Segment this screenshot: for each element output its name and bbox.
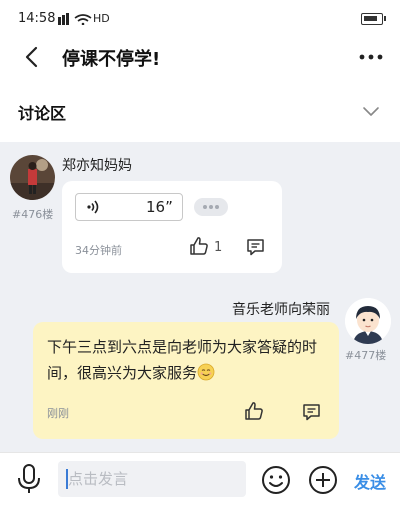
voice-message[interactable]: 16” [75,193,183,221]
thumbs-up-icon[interactable] [244,401,264,421]
voice-wave-icon [87,200,99,214]
text-cursor [66,469,68,489]
post-message-text: 下午三点到六点是向老师为大家答疑的时间，很高兴为大家服务 [47,338,318,382]
more-icon[interactable] [358,46,384,68]
status-time: 14:58 [18,11,56,26]
comment-icon[interactable] [246,238,265,256]
send-button[interactable]: 发送 [354,469,386,493]
comment-icon[interactable] [302,403,321,421]
floor-number: #477楼 [345,349,387,362]
chevron-down-icon[interactable] [362,102,380,120]
author-name[interactable]: 音乐老师向荣丽 [232,299,330,319]
back-icon[interactable] [20,44,46,70]
avatar[interactable] [345,298,391,344]
post-time: 34分钟前 [75,244,122,257]
voice-duration: 16” [146,198,173,216]
avatar[interactable] [10,155,55,200]
network-type: HD [93,12,110,25]
thumbs-up-icon[interactable] [189,236,209,256]
comment-input[interactable] [58,461,246,497]
microphone-icon[interactable] [16,463,42,495]
post-message: 下午三点到六点是向老师为大家答疑的时间，很高兴为大家服务 [47,334,317,386]
battery-icon [361,13,383,25]
nav-bar: 停课不停学! [0,38,400,76]
status-bar: 14:58 HD [0,0,400,38]
battery-tip [384,16,386,21]
post-time: 刚刚 [47,407,69,420]
discussion-section-header[interactable]: 讨论区 [0,90,400,134]
like-count: 1 [214,240,223,255]
emoji-icon[interactable] [261,465,291,495]
add-icon[interactable] [308,465,338,495]
smile-emoji-icon [197,363,215,381]
page-title: 停课不停学! [62,49,161,70]
floor-number: #476楼 [12,208,54,221]
section-label: 讨论区 [18,104,67,123]
author-name[interactable]: 郑亦知妈妈 [62,155,132,175]
more-options-button[interactable] [194,198,228,216]
